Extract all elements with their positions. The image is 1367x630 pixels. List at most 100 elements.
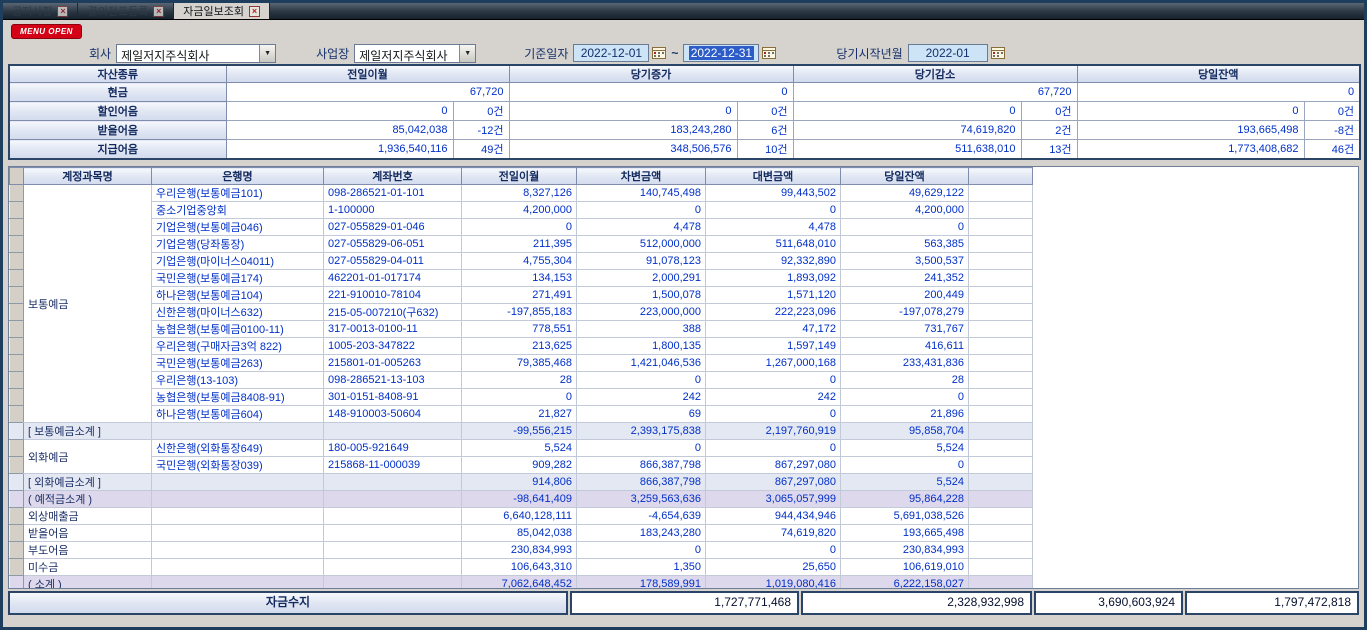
account-label-cell: 부도어음: [24, 542, 152, 559]
detail-row[interactable]: 국민은행(외화통장039)215868-11-000039909,282866,…: [10, 457, 1033, 474]
detail-row[interactable]: 받을어음85,042,038183,243,28074,619,820193,6…: [10, 525, 1033, 542]
row-selector[interactable]: [10, 270, 24, 287]
detail-row[interactable]: 우리은행(구매자금3억 822)1005-203-347822213,6251,…: [10, 338, 1033, 355]
amount-cell: 0: [706, 406, 841, 423]
detail-row[interactable]: 우리은행(13-103)098-286521-13-103280028: [10, 372, 1033, 389]
detail-row[interactable]: 농협은행(보통예금8408-91)301-0151-8408-910242242…: [10, 389, 1033, 406]
account-group-cell: 보통예금: [24, 185, 152, 423]
tab-close-icon[interactable]: ×: [153, 6, 164, 17]
detail-row[interactable]: 국민은행(보통예금174)462201-01-017174134,1532,00…: [10, 270, 1033, 287]
tab-notice[interactable]: 공지사항 ×: [3, 3, 78, 19]
menu-open-button[interactable]: MENU OPEN: [11, 24, 82, 39]
detail-row[interactable]: [ 보통예금소계 ]-99,556,2152,393,175,8382,197,…: [10, 423, 1033, 440]
tab-voucher-entry[interactable]: 결의전표등록 ×: [78, 3, 174, 19]
amount-cell: 731,767: [841, 321, 969, 338]
row-selector[interactable]: [10, 576, 24, 590]
base-date-from-input[interactable]: 2022-12-01: [573, 44, 649, 62]
bank-name-cell: 중소기업중앙회: [152, 202, 324, 219]
row-selector[interactable]: [10, 542, 24, 559]
detail-row[interactable]: 하나은행(보통예금604)148-910003-5060421,82769021…: [10, 406, 1033, 423]
detail-grid-area: 계정과목명 은행명 계좌번호 전일이월 차변금액 대변금액 당일잔액 보통예금우…: [8, 166, 1359, 589]
row-selector[interactable]: [10, 321, 24, 338]
detail-row[interactable]: 기업은행(보통예금046)027-055829-01-04604,4784,47…: [10, 219, 1033, 236]
row-selector[interactable]: [10, 559, 24, 576]
row-selector[interactable]: [10, 423, 24, 440]
row-selector[interactable]: [10, 338, 24, 355]
summary-amount-cell: 0: [226, 102, 453, 121]
base-date-to-input[interactable]: 2022-12-31: [683, 44, 759, 62]
amount-cell: 92,332,890: [706, 253, 841, 270]
amount-cell: 25,650: [706, 559, 841, 576]
detail-row[interactable]: ( 예적금소계 )-98,641,4093,259,563,6363,065,0…: [10, 491, 1033, 508]
account-label-cell: [ 보통예금소계 ]: [24, 423, 152, 440]
amount-cell: 1,267,000,168: [706, 355, 841, 372]
summary-count-cell: 10건: [737, 140, 793, 159]
account-number-cell: [324, 491, 462, 508]
filter-bar: 회사 제일저지주식회사 ▼ 사업장 제일저지주식회사 ▼ 기준일자 2022-1…: [3, 42, 1364, 64]
summary-header-row: 자산종류 전일이월 당기증가 당기감소 당일잔액: [9, 65, 1360, 83]
chevron-down-icon[interactable]: ▼: [259, 45, 275, 62]
account-number-cell: [324, 576, 462, 590]
row-selector[interactable]: [10, 491, 24, 508]
row-selector[interactable]: [10, 287, 24, 304]
row-selector[interactable]: [10, 474, 24, 491]
calendar-icon[interactable]: [762, 46, 776, 60]
row-selector[interactable]: [10, 355, 24, 372]
workplace-select[interactable]: 제일저지주식회사 ▼: [354, 44, 476, 63]
row-selector[interactable]: [10, 219, 24, 236]
account-number-cell: [324, 474, 462, 491]
row-selector[interactable]: [10, 389, 24, 406]
blank-cell: [969, 185, 1033, 202]
tab-fund-daily-report[interactable]: 자금일보조회 ×: [174, 3, 270, 19]
account-number-cell: 301-0151-8408-91: [324, 389, 462, 406]
summary-col-decrease: 당기감소: [793, 65, 1077, 83]
detail-row[interactable]: 보통예금우리은행(보통예금101)098-286521-01-1018,327,…: [10, 185, 1033, 202]
detail-row[interactable]: 부도어음230,834,99300230,834,993: [10, 542, 1033, 559]
detail-row[interactable]: 하나은행(보통예금104)221-910010-78104271,4911,50…: [10, 287, 1033, 304]
row-selector[interactable]: [10, 440, 24, 457]
detail-row[interactable]: 미수금106,643,3101,35025,650106,619,010: [10, 559, 1033, 576]
amount-cell: 0: [706, 440, 841, 457]
account-number-cell: 027-055829-06-051: [324, 236, 462, 253]
detail-row[interactable]: [ 외화예금소계 ]914,806866,387,798867,297,0805…: [10, 474, 1033, 491]
row-selector[interactable]: [10, 304, 24, 321]
blank-cell: [969, 270, 1033, 287]
account-number-cell: 098-286521-13-103: [324, 372, 462, 389]
row-selector[interactable]: [10, 508, 24, 525]
summary-row-label: 할인어음: [9, 102, 226, 121]
detail-row[interactable]: 기업은행(당좌통장)027-055829-06-051211,395512,00…: [10, 236, 1033, 253]
base-date-to-value: 2022-12-31: [689, 46, 754, 60]
row-selector[interactable]: [10, 372, 24, 389]
row-selector[interactable]: [10, 457, 24, 474]
row-selector[interactable]: [10, 236, 24, 253]
detail-row[interactable]: 농협은행(보통예금0100-11)317-0013-0100-11778,551…: [10, 321, 1033, 338]
summary-count-cell: 0건: [1304, 102, 1360, 121]
detail-row[interactable]: 신한은행(마이너스632)215-05-007210(구632)-197,855…: [10, 304, 1033, 321]
company-select[interactable]: 제일저지주식회사 ▼: [116, 44, 276, 63]
chevron-down-icon[interactable]: ▼: [459, 45, 475, 62]
period-start-input[interactable]: 2022-01: [908, 44, 988, 62]
detail-row[interactable]: 국민은행(보통예금263)215801-01-00526379,385,4681…: [10, 355, 1033, 372]
row-selector[interactable]: [10, 185, 24, 202]
amount-cell: 222,223,096: [706, 304, 841, 321]
detail-row[interactable]: ( 소계 )7,062,648,452178,589,9911,019,080,…: [10, 576, 1033, 590]
amount-cell: 4,478: [706, 219, 841, 236]
calendar-icon[interactable]: [991, 46, 1005, 60]
detail-row[interactable]: 외상매출금6,640,128,111-4,654,639944,434,9465…: [10, 508, 1033, 525]
detail-row[interactable]: 기업은행(마이너스04011)027-055829-04-0114,755,30…: [10, 253, 1033, 270]
tab-close-icon[interactable]: ×: [249, 6, 260, 17]
row-selector[interactable]: [10, 525, 24, 542]
tab-close-icon[interactable]: ×: [57, 6, 68, 17]
blank-cell: [969, 542, 1033, 559]
bank-name-cell: [152, 508, 324, 525]
blank-cell: [969, 406, 1033, 423]
amount-cell: -197,855,183: [462, 304, 577, 321]
account-number-cell: 215-05-007210(구632): [324, 304, 462, 321]
calendar-icon[interactable]: [652, 46, 666, 60]
row-selector[interactable]: [10, 202, 24, 219]
amount-cell: 0: [462, 219, 577, 236]
row-selector[interactable]: [10, 406, 24, 423]
detail-row[interactable]: 중소기업중앙회1-1000004,200,000004,200,000: [10, 202, 1033, 219]
row-selector[interactable]: [10, 253, 24, 270]
detail-row[interactable]: 외화예금신한은행(외화통장649)180-005-9216495,524005,…: [10, 440, 1033, 457]
